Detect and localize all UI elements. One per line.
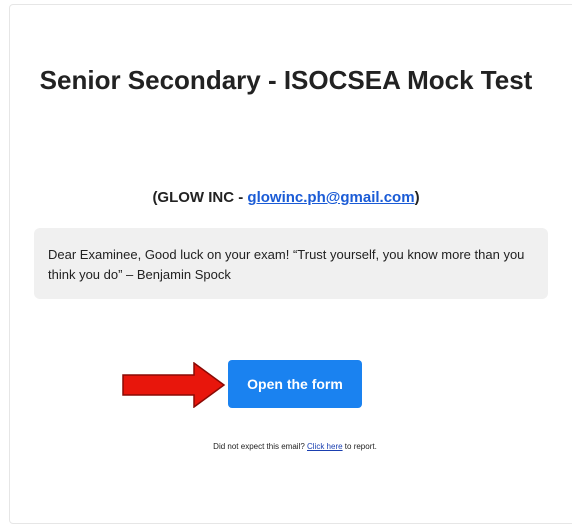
sender-line: (GLOW INC - glowinc.ph@gmail.com) [0, 189, 572, 206]
sender-email-link[interactable]: glowinc.ph@gmail.com [247, 189, 414, 206]
sender-suffix: ) [414, 189, 420, 206]
report-link[interactable]: Click here [307, 442, 343, 451]
footer-note: Did not expect this email? Click here to… [0, 442, 572, 451]
sender-prefix: (GLOW INC - [152, 189, 248, 206]
arrow-right-icon [122, 362, 226, 408]
footer-prefix: Did not expect this email? [213, 442, 307, 451]
footer-suffix: to report. [342, 442, 377, 451]
open-form-button[interactable]: Open the form [228, 360, 362, 408]
message-box: Dear Examinee, Good luck on your exam! “… [34, 228, 548, 299]
email-title: Senior Secondary - ISOCSEA Mock Test [39, 65, 533, 95]
